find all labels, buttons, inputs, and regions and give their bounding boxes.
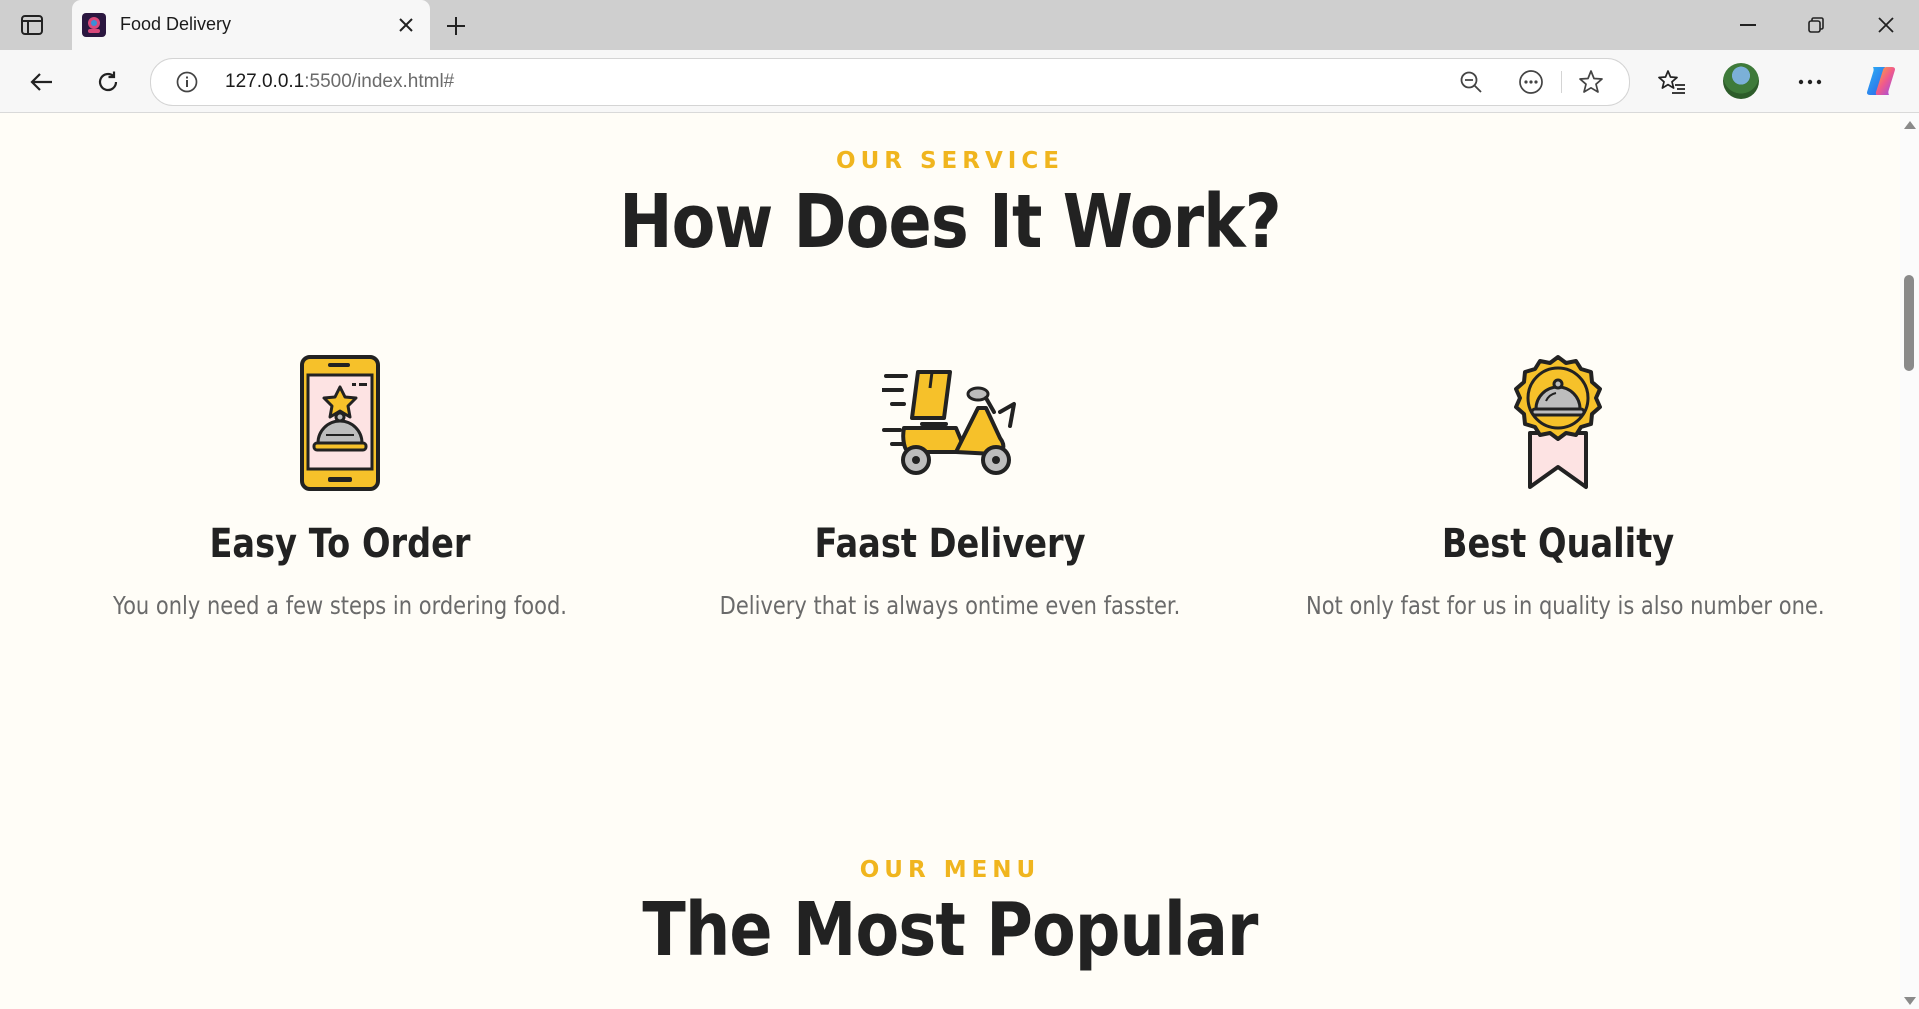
step-title: Easy To Order: [209, 521, 471, 567]
back-icon[interactable]: [24, 64, 60, 100]
service-heading: How Does It Work?: [619, 179, 1281, 265]
tab-strip: Food Delivery: [0, 0, 1919, 50]
more-actions-icon[interactable]: [1517, 68, 1545, 96]
scooter-delivery-icon: [880, 353, 1020, 493]
address-bar[interactable]: 127.0.0.1:5500/index.html#: [150, 58, 1630, 106]
close-tab-icon[interactable]: [394, 13, 418, 37]
url-text[interactable]: 127.0.0.1:5500/index.html#: [225, 71, 454, 93]
phone-order-icon: [270, 353, 410, 493]
page-viewport: OUR SERVICE How Does It Work? Easy To Or…: [0, 113, 1900, 1009]
step-title: Faast Delivery: [814, 521, 1086, 567]
service-eyebrow: OUR SERVICE: [836, 148, 1064, 174]
favorites-icon[interactable]: [1654, 64, 1690, 100]
favorite-star-icon[interactable]: [1577, 68, 1605, 96]
zoom-out-icon[interactable]: [1457, 68, 1485, 96]
menu-eyebrow: OUR MENU: [859, 857, 1041, 883]
scroll-up-arrow-icon[interactable]: [1904, 121, 1916, 129]
minimize-icon[interactable]: [1724, 8, 1772, 42]
settings-menu-icon[interactable]: [1792, 64, 1828, 100]
step-title: Best Quality: [1441, 521, 1675, 567]
step-card-fast-delivery: Faast Delivery Delivery that is always o…: [650, 353, 1250, 620]
step-card-easy-to-order: Easy To Order You only need a few steps …: [40, 353, 640, 620]
scrollbar-thumb[interactable]: [1904, 275, 1914, 371]
step-description: Not only fast for us in quality is also …: [1306, 591, 1825, 620]
refresh-icon[interactable]: [90, 64, 126, 100]
step-card-best-quality: Best Quality Not only fast for us in qua…: [1258, 353, 1858, 620]
step-description: Delivery that is always ontime even fass…: [719, 591, 1181, 620]
quality-badge-icon: [1488, 353, 1628, 493]
service-steps: Easy To Order You only need a few steps …: [0, 353, 1900, 663]
browser-toolbar: 127.0.0.1:5500/index.html#: [0, 50, 1919, 113]
profile-avatar[interactable]: [1723, 63, 1759, 99]
copilot-icon[interactable]: [1864, 64, 1898, 98]
scroll-down-arrow-icon[interactable]: [1904, 997, 1916, 1005]
tab-title: Food Delivery: [120, 14, 232, 34]
site-info-icon[interactable]: [175, 70, 199, 94]
menu-heading: The Most Popular: [642, 887, 1258, 973]
address-separator: [1561, 71, 1562, 93]
tab-actions-icon[interactable]: [18, 12, 46, 38]
step-description: You only need a few steps in ordering fo…: [113, 591, 567, 620]
browser-tab[interactable]: Food Delivery: [72, 0, 430, 50]
restore-icon[interactable]: [1792, 8, 1840, 42]
new-tab-icon[interactable]: [440, 10, 472, 42]
close-window-icon[interactable]: [1862, 8, 1910, 42]
page-scrollbar[interactable]: [1900, 113, 1919, 1009]
site-favicon-icon: [82, 13, 106, 37]
